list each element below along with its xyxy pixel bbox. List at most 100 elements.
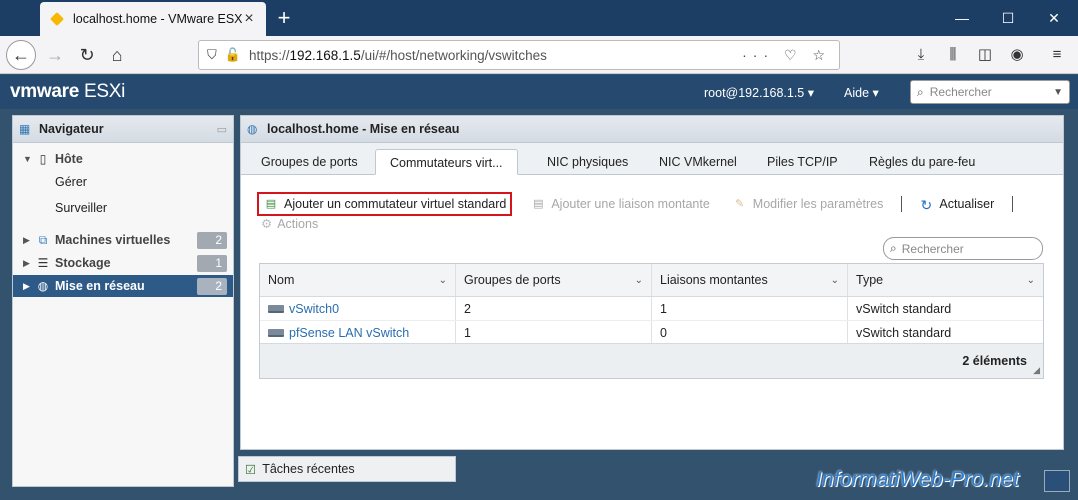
type-cell: vSwitch standard [856, 301, 952, 316]
vswitch-table: Nom ⌄ Groupes de ports ⌄ Liaisons montante… [259, 263, 1044, 379]
navigator-icon: ▦ [19, 122, 31, 136]
add-uplink-icon: ▤ [533, 198, 544, 210]
tasks-checklist-icon: ☑ [245, 462, 257, 477]
network-globe-icon: ◍ [37, 279, 49, 293]
item-count: 2 éléments [962, 354, 1027, 368]
vswitch-search-input[interactable]: ⌕ Rechercher [883, 237, 1043, 260]
forward-button[interactable]: → [40, 40, 70, 70]
add-standard-vswitch-button[interactable]: ▤ Ajouter un commutateur virtuel standar… [257, 192, 513, 216]
expand-arrow-icon[interactable]: ▶ [23, 258, 35, 269]
host-icon: ▯ [39, 152, 47, 166]
esxi-header: vmware ESXi root@192.168.1.5 ▾ Aide ▾ ⌕ R… [0, 75, 1078, 109]
help-menu[interactable]: Aide ▾ [844, 85, 879, 100]
uplinks-cell: 0 [652, 321, 848, 345]
minimize-icon[interactable]: — [938, 0, 986, 36]
refresh-button[interactable]: ↻ Actualiser [914, 192, 998, 216]
network-globe-icon: ◍ [247, 122, 258, 136]
chevron-down-icon[interactable]: ⌄ [1027, 275, 1035, 286]
expand-arrow-icon[interactable]: ▶ [23, 281, 35, 292]
resize-grip-icon[interactable]: ◢ [1033, 365, 1040, 376]
chevron-down-icon[interactable]: ▼ [1053, 87, 1063, 98]
recent-tasks-button[interactable]: ☑ Tâches récentes [238, 456, 456, 482]
browser-tab[interactable]: localhost.home - VMware ESXi × [40, 2, 266, 36]
column-header-type[interactable]: Type ⌄ [848, 264, 1043, 296]
nav-item-virtual-machines[interactable]: ▶ ⧉ Machines virtuelles 2 [13, 229, 233, 251]
table-header: Nom ⌄ Groupes de ports ⌄ Liaisons montante… [260, 264, 1043, 297]
account-icon[interactable]: ◉ [1006, 44, 1028, 66]
toolbar-separator [901, 196, 903, 212]
vswitch-name-link[interactable]: vSwitch0 [260, 297, 456, 320]
nav-item-monitor[interactable]: Surveiller [55, 201, 107, 215]
uplinks-cell: 1 [652, 297, 848, 320]
reload-button[interactable]: ↻ [72, 40, 102, 70]
networking-panel: ◍ localhost.home - Mise en réseau Groupe… [240, 115, 1064, 450]
refresh-icon: ↻ [920, 197, 933, 213]
menu-icon[interactable]: ≡ [1046, 44, 1068, 66]
navigator-header: ▦ Navigateur ▭ [13, 116, 233, 143]
downloads-icon[interactable]: ⤓ [910, 44, 932, 66]
browser-tab-title: localhost.home - VMware ESXi [73, 12, 242, 26]
minimize-panel-icon[interactable]: ▭ [217, 123, 227, 136]
chevron-down-icon[interactable]: ⌄ [635, 275, 643, 286]
tab-virtual-switches[interactable]: Commutateurs virt... [375, 149, 518, 175]
browser-navbar: ← → ↻ ⌂ ⛉ 🔓 https://192.168.1.5/ui/#/hos… [0, 36, 1078, 74]
tab-physical-nics[interactable]: NIC physiques [533, 149, 642, 175]
tab-vmkernel-nics[interactable]: NIC VMkernel [645, 149, 751, 175]
toolbar-separator [1012, 196, 1014, 212]
search-icon: ⌕ [917, 84, 924, 99]
watermark-text: InformatiWeb-Pro.net [816, 468, 1020, 491]
maximize-icon[interactable]: ☐ [984, 0, 1032, 36]
vswitch-icon [268, 329, 284, 337]
table-row[interactable]: vSwitch0 2 1 vSwitch standard [260, 297, 1043, 321]
column-header-uplinks[interactable]: Liaisons montantes ⌄ [652, 264, 848, 296]
nav-item-manage[interactable]: Gérer [55, 175, 87, 189]
tab-firewall-rules[interactable]: Règles du pare-feu [855, 149, 989, 175]
search-icon: ⌕ [890, 241, 897, 255]
port-groups-cell: 1 [456, 321, 652, 345]
vswitch-name-link[interactable]: pfSense LAN vSwitch [260, 321, 456, 345]
add-switch-icon: ▤ [265, 198, 277, 210]
add-uplink-button[interactable]: ▤ Ajouter une liaison montante [526, 192, 713, 216]
chevron-down-icon[interactable]: ⌄ [439, 275, 447, 286]
tab-port-groups[interactable]: Groupes de ports [247, 149, 372, 175]
count-badge: 2 [197, 231, 227, 249]
home-button[interactable]: ⌂ [102, 40, 132, 70]
edit-settings-button[interactable]: ✎ Modifier les paramètres [728, 192, 888, 216]
expand-arrow-icon[interactable]: ▶ [23, 235, 35, 246]
new-tab-button[interactable]: + [272, 4, 296, 32]
close-tab-icon[interactable]: × [242, 10, 256, 28]
toolbar: ▤ Ajouter un commutateur virtuel standar… [257, 192, 1025, 216]
expand-arrow-icon[interactable]: ▼ [23, 154, 35, 164]
virtual-machines-icon: ⧉ [38, 232, 48, 247]
vmware-favicon-icon [50, 12, 64, 26]
port-groups-cell: 2 [456, 297, 652, 320]
storage-icon: ☰ [37, 256, 49, 270]
networking-header: ◍ localhost.home - Mise en réseau [241, 116, 1063, 143]
pencil-icon: ✎ [735, 198, 745, 210]
sidebar-icon[interactable]: ◫ [974, 44, 996, 66]
lock-warning-icon[interactable]: 🔓 [225, 47, 241, 63]
column-header-name[interactable]: Nom ⌄ [260, 264, 456, 296]
browser-tab-strip: localhost.home - VMware ESXi × + — ☐ ✕ [0, 0, 1078, 36]
nav-item-host[interactable]: ▼ ▯ Hôte [13, 148, 233, 170]
shield-icon[interactable]: ⛉ [207, 47, 217, 63]
column-header-port-groups[interactable]: Groupes de ports ⌄ [456, 264, 652, 296]
library-icon[interactable]: ⫼ [942, 44, 964, 66]
user-menu[interactable]: root@192.168.1.5 ▾ [704, 85, 814, 100]
table-row[interactable]: pfSense LAN vSwitch 1 0 vSwitch standard [260, 321, 1043, 345]
navigator-panel: ▦ Navigateur ▭ ▼ ▯ Hôte Gérer Surveiller… [12, 115, 234, 487]
nav-item-storage[interactable]: ▶ ☰ Stockage 1 [13, 252, 233, 274]
tab-tcpip-stacks[interactable]: Piles TCP/IP [753, 149, 852, 175]
url-text: https://192.168.1.5/ui/#/host/networking… [248, 47, 547, 63]
back-button[interactable]: ← [6, 40, 36, 70]
type-cell: vSwitch standard [856, 326, 952, 340]
count-badge: 2 [197, 277, 227, 295]
page-actions-icon[interactable]: ··· ♡ ☆ [742, 47, 831, 64]
nav-item-networking[interactable]: ▶ ◍ Mise en réseau 2 [13, 275, 233, 297]
url-bar[interactable]: ⛉ 🔓 https://192.168.1.5/ui/#/host/networ… [198, 40, 840, 70]
vmware-esxi-logo: vmware ESXi [10, 81, 126, 102]
actions-button[interactable]: ⚙ Actions [261, 216, 318, 232]
close-window-icon[interactable]: ✕ [1030, 0, 1078, 36]
global-search-input[interactable]: ⌕ Rechercher ▼ [910, 80, 1070, 104]
chevron-down-icon[interactable]: ⌄ [831, 275, 839, 286]
